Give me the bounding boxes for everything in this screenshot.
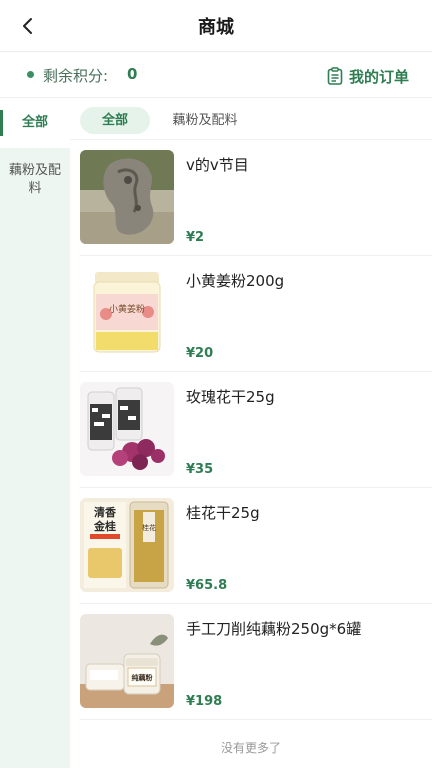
- tab-lotus-powder[interactable]: 藕粉及配料: [160, 107, 250, 134]
- end-of-list-text: 没有更多了: [220, 741, 281, 755]
- chevron-left-icon: [23, 18, 32, 34]
- sidebar-item-label-line2: 料: [28, 181, 42, 196]
- product-price: ¥65.8: [186, 578, 228, 593]
- product-item[interactable]: v的v节目 ¥2: [70, 140, 432, 256]
- product-item[interactable]: 小黄姜粉 小黄姜粉200g ¥20: [70, 256, 432, 372]
- tab-all[interactable]: 全部: [80, 107, 150, 134]
- tab-label: 全部: [101, 113, 128, 128]
- jar-label-text: 桂花: [142, 523, 156, 532]
- product-item[interactable]: 玫瑰花干25g ¥35: [70, 372, 432, 488]
- product-list-panel: 全部 藕粉及配料 v的v节目 ¥2 小黄姜粉 小黄姜粉200g ¥20 玫瑰花干…: [70, 98, 432, 768]
- jar-label-text: 纯藕粉: [132, 673, 153, 682]
- product-name: 手工刀削纯藕粉250g*6罐: [186, 620, 362, 638]
- package-text-line2: 金桂: [93, 519, 116, 533]
- page-title: 商城: [198, 17, 234, 38]
- points-label: 剩余积分:: [43, 67, 109, 85]
- my-orders-button[interactable]: 我的订单: [327, 64, 409, 88]
- category-sidebar: 全部 藕粉及配 料: [0, 98, 70, 768]
- subcategory-tabs: 全部 藕粉及配料: [70, 98, 432, 140]
- sidebar-item-lotus-powder[interactable]: 藕粉及配 料: [0, 148, 70, 204]
- tab-label: 藕粉及配料: [172, 113, 238, 128]
- points-value: 0: [127, 65, 138, 83]
- clipboard-icon: [327, 67, 343, 85]
- product-image-lotus-powder-jars: 纯藕粉: [80, 614, 174, 708]
- product-price: ¥2: [186, 230, 205, 245]
- product-price: ¥198: [186, 694, 223, 709]
- product-name: v的v节目: [186, 156, 249, 174]
- product-item[interactable]: 纯藕粉 手工刀削纯藕粉250g*6罐 ¥198: [70, 604, 432, 720]
- product-item[interactable]: 清香 金桂 桂花 桂花干25g ¥65.8: [70, 488, 432, 604]
- product-image-osmanthus-jars: 清香 金桂 桂花: [80, 498, 174, 592]
- sidebar-item-all[interactable]: 全部: [0, 98, 70, 148]
- product-name: 玫瑰花干25g: [186, 388, 275, 406]
- status-dot-icon: [27, 71, 34, 78]
- my-orders-label: 我的订单: [348, 67, 409, 86]
- sidebar-item-label: 全部: [21, 115, 48, 130]
- jar-label-text: 小黄姜粉: [109, 303, 145, 314]
- product-image-rock: [80, 150, 174, 244]
- sidebar-item-label-line1: 藕粉及配: [8, 163, 61, 178]
- divider: [80, 719, 432, 720]
- product-image-rose-jars: [80, 382, 174, 476]
- points-bar: 剩余积分: 0 我的订单: [0, 52, 432, 98]
- active-indicator: [0, 110, 3, 136]
- product-price: ¥20: [186, 346, 214, 361]
- product-name: 桂花干25g: [186, 504, 260, 522]
- top-bar: 商城: [0, 0, 432, 52]
- package-text-line1: 清香: [94, 505, 117, 519]
- product-name: 小黄姜粉200g: [186, 272, 285, 290]
- product-image-ginger-powder-jar: 小黄姜粉: [80, 266, 174, 360]
- product-price: ¥35: [186, 462, 214, 477]
- back-button[interactable]: [14, 12, 42, 40]
